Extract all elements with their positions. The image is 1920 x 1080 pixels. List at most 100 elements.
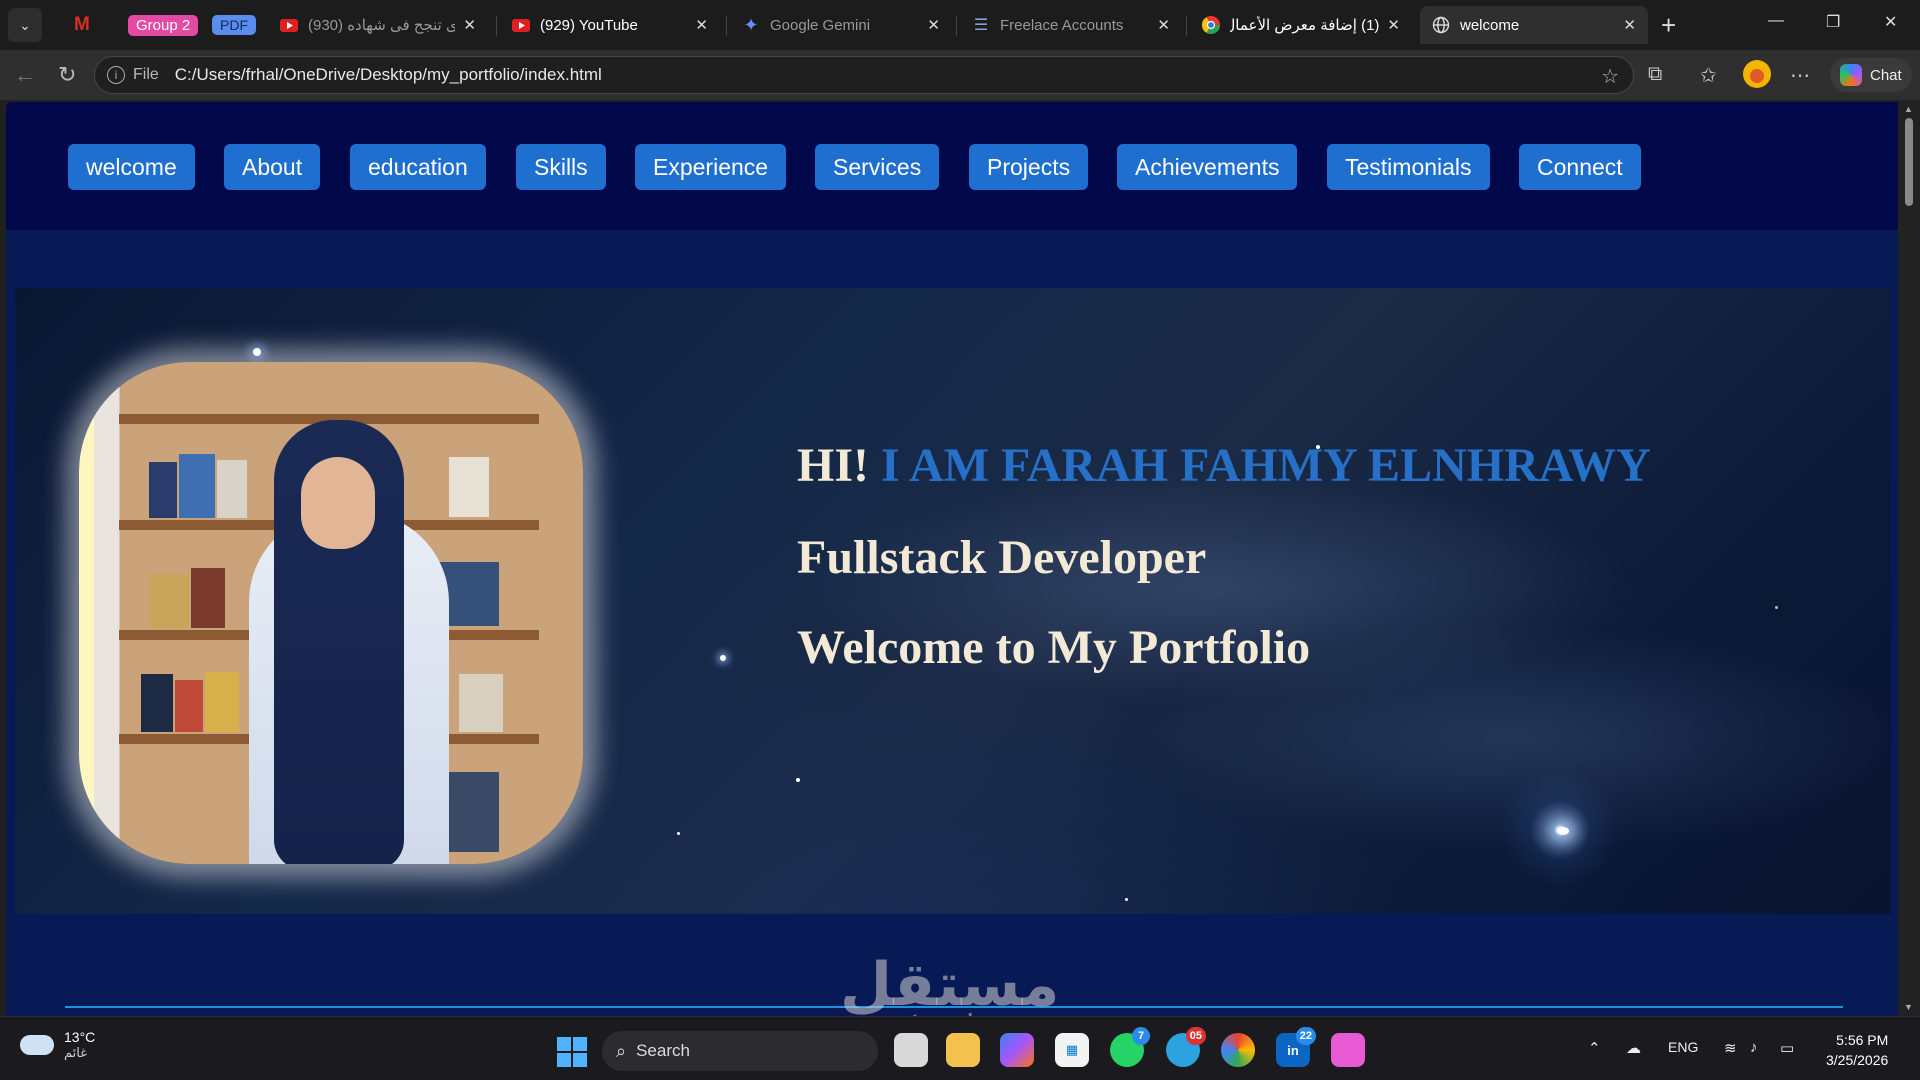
profile-avatar[interactable]	[1742, 59, 1772, 95]
chat-label: Chat	[1870, 66, 1902, 84]
taskbar-search[interactable]: ⌕ Search	[602, 1031, 878, 1071]
globe-icon	[1432, 16, 1450, 34]
tab-separator	[726, 16, 727, 36]
tv-app-icon[interactable]	[1331, 1033, 1365, 1067]
chrome-app-icon[interactable]	[1221, 1033, 1255, 1067]
hero-section: HI! I AM FARAH FAHMY ELNHRAWY Fullstack …	[15, 288, 1891, 914]
weather-temp: 13°C	[64, 1029, 96, 1045]
favorite-star-icon[interactable]: ☆	[1601, 64, 1619, 89]
close-icon[interactable]: ✕	[1623, 16, 1636, 34]
copilot-chat-button[interactable]: Chat	[1830, 58, 1912, 92]
cloud-icon	[20, 1035, 54, 1055]
scroll-up-icon[interactable]: ▲	[1904, 104, 1913, 114]
hero-text: HI! I AM FARAH FAHMY ELNHRAWY Fullstack …	[797, 438, 1651, 676]
nav-skills[interactable]: Skills	[516, 144, 606, 190]
tab-group-chip[interactable]: Group 2	[128, 12, 199, 38]
scheme-label: File	[133, 66, 159, 83]
weather-widget[interactable]: 13°C غائم	[20, 1029, 95, 1061]
book	[449, 457, 489, 517]
star	[720, 655, 726, 661]
chevron-up-icon[interactable]: ⌃	[1588, 1039, 1601, 1057]
tab-group-label: Group 2	[128, 14, 199, 36]
telegram-icon[interactable]: 05	[1166, 1027, 1206, 1067]
page-scrollbar[interactable]: ▲ ▼	[1898, 100, 1920, 1016]
tab-actions-menu-button[interactable]: ⌄	[8, 8, 42, 42]
volume-icon[interactable]: ♪	[1750, 1039, 1758, 1056]
tab-title: (930) ازاى تنجح فى شهاده	[308, 17, 456, 34]
nav-about[interactable]: About	[224, 144, 321, 190]
whatsapp-icon[interactable]: 7	[1110, 1027, 1150, 1067]
tab-welcome-active[interactable]: welcome ✕	[1420, 6, 1648, 44]
book	[459, 674, 503, 732]
nav-services[interactable]: Services	[815, 144, 940, 190]
book	[149, 574, 189, 628]
start-button[interactable]	[557, 1037, 587, 1067]
hero-name: I AM FARAH FAHMY ELNHRAWY	[881, 439, 1651, 492]
microsoft-store-icon[interactable]: ▦	[1055, 1033, 1089, 1067]
nav-connect[interactable]: Connect	[1519, 144, 1641, 190]
minimize-button[interactable]: —	[1768, 12, 1784, 30]
favorites-icon[interactable]: ✩	[1700, 63, 1717, 88]
close-icon[interactable]: ✕	[1157, 16, 1170, 34]
scroll-down-icon[interactable]: ▼	[1904, 1002, 1913, 1012]
tab-portfolio-upload[interactable]: (1) إضافة معرض الأعمال ✕	[1190, 6, 1412, 44]
page-viewport: welcome About education Skills Experienc…	[6, 102, 1898, 1016]
close-icon[interactable]: ✕	[1387, 16, 1400, 34]
close-window-button[interactable]: ✕	[1884, 12, 1897, 32]
tab-google-gemini[interactable]: ✦ Google Gemini ✕	[730, 6, 952, 44]
linkedin-icon[interactable]: in 22	[1276, 1027, 1316, 1067]
nav-projects[interactable]: Projects	[969, 144, 1089, 190]
address-bar[interactable]: i File C:/Users/frhal/OneDrive/Desktop/m…	[94, 56, 1634, 94]
battery-icon[interactable]: ▭	[1780, 1039, 1794, 1057]
task-view-icon[interactable]	[894, 1033, 928, 1067]
file-explorer-icon[interactable]	[946, 1033, 980, 1067]
reload-icon: ↻	[58, 62, 77, 87]
clock-time: 5:56 PM	[1836, 1032, 1889, 1048]
nav-education[interactable]: education	[350, 144, 486, 190]
windows-logo-icon	[557, 1037, 571, 1051]
restore-button[interactable]: ❐	[1826, 12, 1840, 32]
tab-youtube[interactable]: (929) YouTube ✕	[500, 6, 720, 44]
language-indicator[interactable]: ENG	[1668, 1039, 1698, 1055]
star	[1775, 606, 1778, 609]
scrollbar-thumb[interactable]	[1905, 118, 1913, 206]
clock-date: 3/25/2026	[1826, 1052, 1889, 1068]
gemini-icon: ✦	[743, 14, 759, 35]
close-icon[interactable]: ✕	[463, 16, 476, 34]
tab-freelance-accounts[interactable]: ☰ Freelace Accounts ✕	[960, 6, 1182, 44]
tab-title: Freelace Accounts	[1000, 16, 1124, 34]
site-navbar: welcome About education Skills Experienc…	[6, 102, 1898, 230]
wifi-icon[interactable]: ≋	[1724, 1039, 1737, 1057]
more-menu-icon[interactable]: ⋯	[1790, 63, 1810, 88]
hero-welcome: Welcome to My Portfolio	[797, 621, 1311, 674]
back-button[interactable]: ←	[14, 62, 36, 88]
book	[205, 672, 239, 732]
gmail-icon: M	[74, 14, 90, 35]
book	[141, 674, 173, 732]
windows-taskbar: 13°C غائم ⌕ Search ▦ 7 05 in 22 ⌃ ☁ ENG …	[0, 1016, 1920, 1080]
close-icon[interactable]: ✕	[927, 16, 940, 34]
tab-separator	[956, 16, 957, 36]
nav-testimonials[interactable]: Testimonials	[1327, 144, 1490, 190]
extensions-icon[interactable]: ⧉	[1648, 63, 1662, 86]
pinned-tab-gmail[interactable]: M	[74, 12, 90, 38]
tab-group-pdf-chip[interactable]: PDF	[212, 12, 256, 38]
book	[149, 462, 177, 518]
notification-badge: 05	[1185, 1027, 1206, 1045]
new-tab-button[interactable]: +	[1661, 12, 1676, 38]
close-icon[interactable]: ✕	[695, 16, 708, 34]
onedrive-icon[interactable]: ☁	[1626, 1039, 1641, 1057]
close-icon: ✕	[1884, 14, 1898, 31]
nav-welcome[interactable]: welcome	[68, 144, 195, 190]
copilot-app-icon[interactable]	[1000, 1033, 1034, 1067]
profile-photo	[79, 362, 583, 864]
nav-achievements[interactable]: Achievements	[1117, 144, 1298, 190]
restore-icon: ❐	[1826, 14, 1841, 31]
tab-youtube-video[interactable]: (930) ازاى تنجح فى شهاده ✕	[268, 6, 488, 44]
reload-button[interactable]: ↻	[58, 62, 76, 88]
document-icon: ☰	[973, 17, 989, 34]
info-icon[interactable]: i	[107, 66, 125, 84]
system-clock[interactable]: 5:56 PM 3/25/2026	[1826, 1030, 1888, 1070]
nav-experience[interactable]: Experience	[635, 144, 787, 190]
url-text[interactable]: C:/Users/frhal/OneDrive/Desktop/my_portf…	[175, 65, 602, 85]
